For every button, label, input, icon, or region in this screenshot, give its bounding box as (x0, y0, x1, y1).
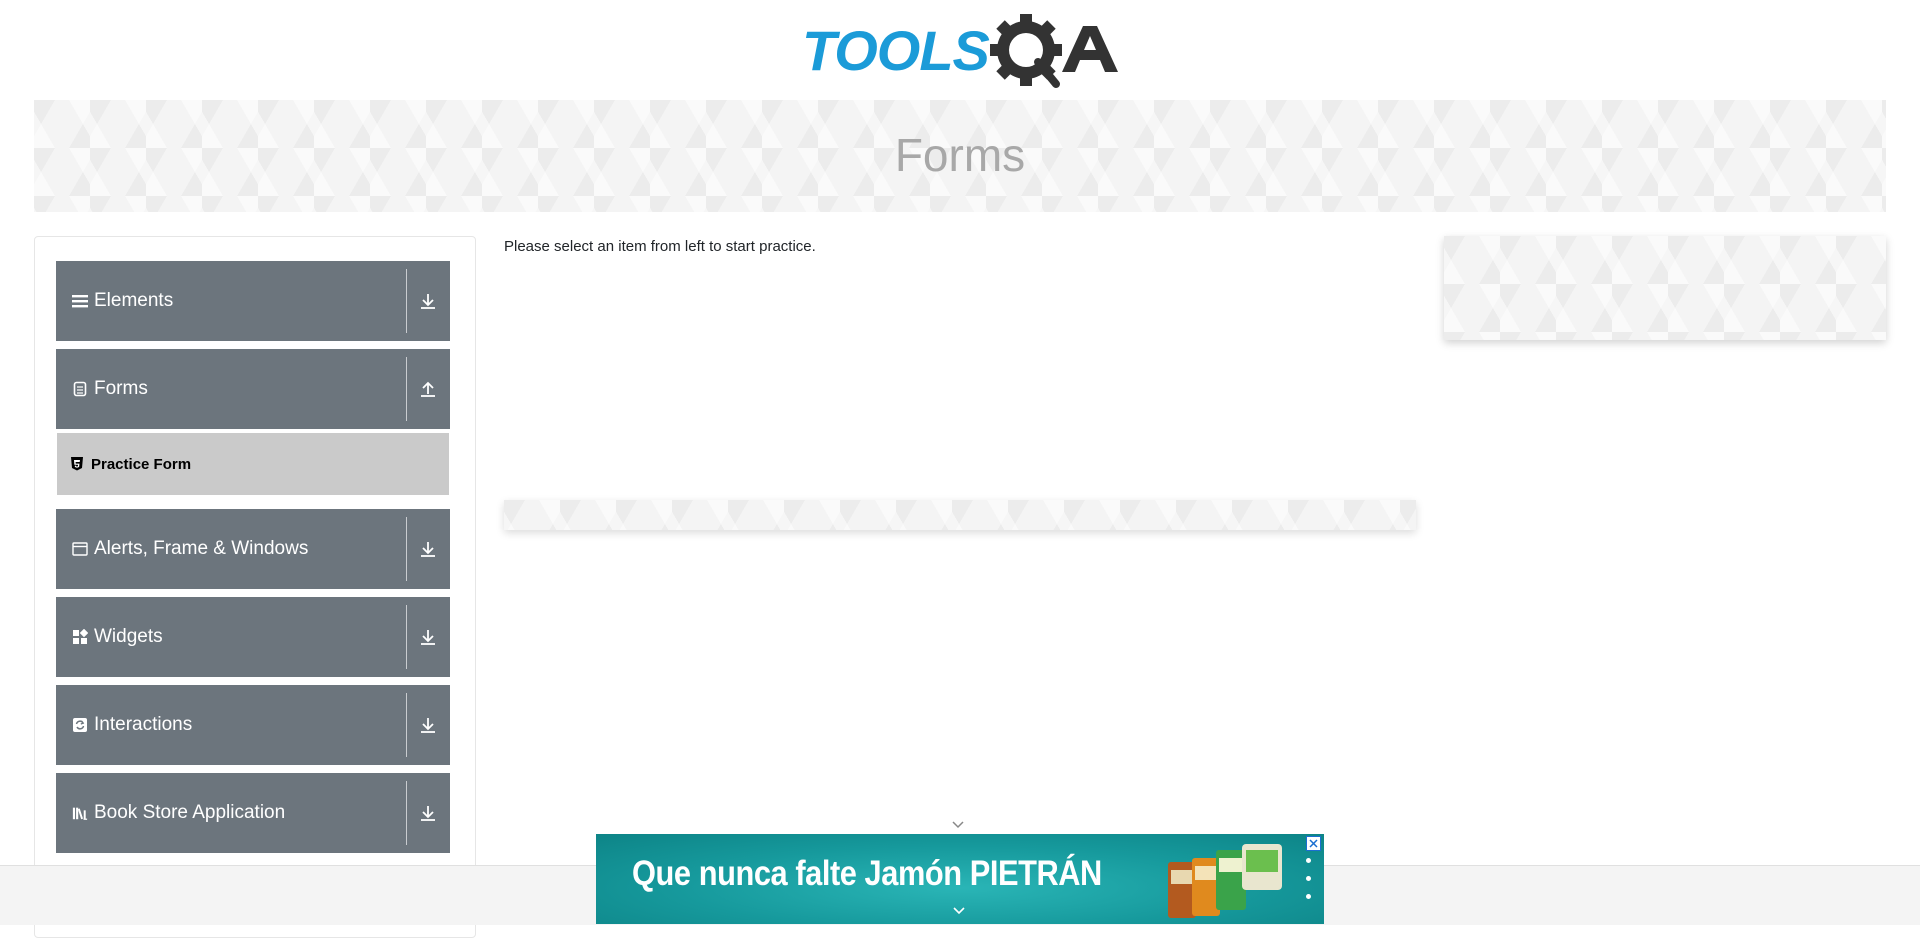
ad-placeholder-center (504, 500, 1416, 530)
sidebar-group-forms[interactable]: Forms (56, 349, 450, 429)
divider (406, 781, 407, 845)
chevron-down-icon[interactable] (950, 818, 966, 832)
page-banner: Forms (34, 100, 1886, 212)
sidebar-group-interactions[interactable]: Interactions (56, 685, 450, 765)
ad-headline: Que nunca falte Jamón PIETRÁN (632, 854, 1102, 893)
sidebar-group-label: Forms (94, 378, 148, 399)
interactions-icon (72, 717, 88, 733)
sidebar-group-label: Book Store Application (94, 802, 286, 823)
page-title: Forms (894, 129, 1026, 181)
toolsqa-logo[interactable]: TOOLS (800, 14, 1124, 90)
books-icon (72, 805, 88, 821)
window-icon (72, 541, 88, 557)
download-arrow-icon[interactable] (418, 627, 438, 647)
sidebar-group-book-store[interactable]: Book Store Application (56, 773, 450, 853)
product-packages-image (1168, 844, 1282, 918)
sidebar-group-label: Interactions (94, 714, 193, 735)
ad-placeholder-right (1444, 236, 1886, 340)
sidebar-item-practice-form[interactable]: Practice Form (57, 433, 449, 495)
divider (406, 269, 407, 333)
divider (406, 517, 407, 581)
download-arrow-icon[interactable] (418, 539, 438, 559)
upload-arrow-icon[interactable] (418, 379, 438, 399)
widgets-icon (72, 629, 88, 645)
download-arrow-icon[interactable] (418, 803, 438, 823)
divider (406, 605, 407, 669)
close-icon[interactable] (1306, 836, 1321, 851)
download-arrow-icon[interactable] (418, 291, 438, 311)
hamburger-icon (72, 293, 88, 309)
sidebar-group-label: Widgets (94, 626, 163, 647)
download-arrow-icon[interactable] (418, 715, 438, 735)
sidebar-group-widgets[interactable]: Widgets (56, 597, 450, 677)
document-icon (72, 381, 88, 397)
ad-chevron-down-icon[interactable] (952, 904, 966, 916)
ad-carousel-dots (1304, 858, 1312, 908)
divider (406, 693, 407, 757)
logo-text-tools: TOOLS (802, 19, 990, 82)
sidebar-group-elements[interactable]: Elements (56, 261, 450, 341)
sidebar-item-label: Practice Form (91, 455, 192, 473)
gear-icon (990, 14, 1062, 88)
sidebar-group-alerts[interactable]: Alerts, Frame & Windows (56, 509, 450, 589)
page-header: TOOLS (0, 0, 1920, 100)
bottom-ad-banner[interactable]: Que nunca falte Jamón PIETRÁN (596, 834, 1324, 924)
sidebar-group-label: Alerts, Frame & Windows (94, 538, 309, 559)
sidebar-panel: Elements Forms Practice Form Alerts, Fra… (34, 236, 476, 938)
sidebar-group-label: Elements (94, 290, 174, 311)
html5-icon (71, 457, 85, 471)
instruction-text: Please select an item from left to start… (504, 238, 816, 255)
divider (406, 357, 407, 421)
